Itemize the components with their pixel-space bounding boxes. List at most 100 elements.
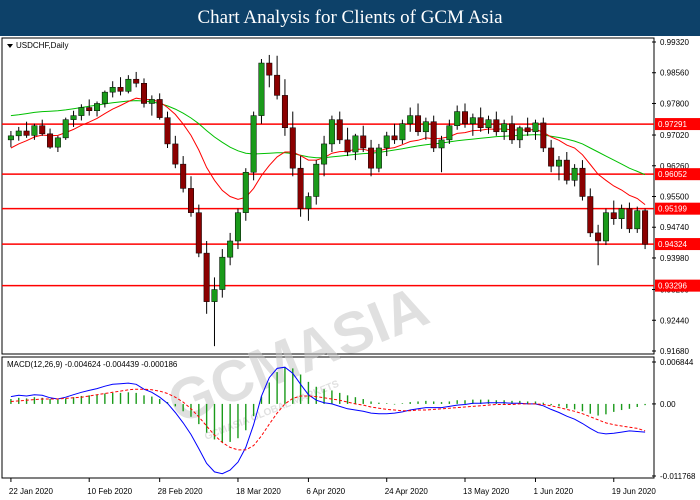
- macd-histogram-bar: [613, 403, 615, 412]
- macd-histogram-bar: [323, 389, 325, 404]
- macd-histogram-bar: [644, 403, 646, 406]
- macd-histogram-bar: [299, 374, 302, 404]
- candle-body: [297, 167, 304, 209]
- candle-body: [219, 256, 226, 290]
- macd-histogram-bar: [182, 403, 184, 412]
- macd-histogram-bar: [135, 392, 137, 404]
- candle-body: [587, 196, 594, 234]
- macd-histogram-bar: [409, 402, 411, 404]
- candle-body: [117, 87, 124, 92]
- macd-histogram-bar: [448, 401, 451, 404]
- macd-tick-label: -0.011768: [660, 472, 696, 481]
- candle-body: [274, 74, 281, 96]
- macd-histogram-bar: [573, 403, 576, 410]
- candle-body: [15, 130, 22, 137]
- macd-tick-label: 0.006844: [660, 358, 694, 367]
- macd-histogram-bar: [315, 386, 317, 404]
- candle-body: [289, 127, 296, 169]
- candle-body: [86, 107, 93, 112]
- macd-histogram-bar: [104, 393, 106, 404]
- date-tick-label: 22 Jan 2020: [9, 487, 54, 496]
- macd-histogram-bar: [127, 392, 130, 404]
- candle-body: [563, 159, 570, 181]
- macd-histogram-bar: [464, 400, 466, 404]
- candle-body: [540, 122, 547, 149]
- price-tick-label: 0.99320: [660, 38, 689, 47]
- macd-histogram-bar: [190, 403, 192, 417]
- macd-histogram-bar: [589, 403, 591, 414]
- candle-body: [172, 143, 179, 165]
- candle-body: [187, 188, 194, 213]
- candle-body: [626, 208, 633, 230]
- macd-histogram-bar: [456, 400, 458, 404]
- candle-body: [203, 252, 210, 302]
- candle-body: [328, 119, 335, 145]
- macd-histogram-bar: [550, 403, 552, 406]
- candle-body: [148, 99, 155, 104]
- macd-histogram-bar: [432, 401, 435, 404]
- candle-body: [493, 119, 500, 133]
- candle-body: [125, 78, 132, 92]
- candle-body: [62, 119, 69, 139]
- macd-histogram-bar: [378, 402, 380, 404]
- candle-body: [532, 122, 539, 133]
- candle-body: [579, 167, 586, 197]
- date-tick-label: 6 Apr 2020: [306, 487, 345, 496]
- macd-histogram-bar: [542, 402, 545, 404]
- candle-body: [54, 137, 61, 148]
- candle-body: [250, 115, 257, 173]
- candle-body: [446, 125, 453, 141]
- macd-histogram-bar: [307, 381, 310, 404]
- price-tick-label: 0.95500: [660, 193, 689, 202]
- candle-body: [109, 87, 116, 93]
- level-label: 0.97291: [658, 120, 687, 129]
- macd-histogram-bar: [245, 403, 247, 431]
- candle-body: [399, 123, 406, 141]
- candle-body: [195, 212, 202, 254]
- symbol-label: USDCHF,Daily: [16, 41, 68, 50]
- macd-histogram-bar: [386, 403, 388, 404]
- candle-body: [78, 107, 85, 116]
- candle-body: [258, 62, 265, 116]
- macd-histogram-bar: [143, 395, 145, 404]
- candle-body: [610, 212, 617, 219]
- page-title: Chart Analysis for Clients of GCM Asia: [197, 7, 503, 28]
- candle-body: [336, 119, 343, 141]
- candle-body: [211, 289, 218, 302]
- candle-body: [516, 127, 523, 141]
- macd-histogram-bar: [558, 403, 560, 407]
- chart-area: GCMASIA GCMASIA GLOBAL MARKETS USDCHF,Da…: [1, 37, 700, 496]
- candle-body: [141, 83, 148, 104]
- macd-histogram-bar: [566, 403, 568, 409]
- level-label: 0.95199: [658, 205, 687, 214]
- macd-histogram-bar: [331, 390, 333, 404]
- macd-histogram-bar: [96, 394, 98, 404]
- macd-histogram-bar: [417, 401, 419, 404]
- macd-histogram-bar: [620, 403, 623, 411]
- candle-body: [39, 125, 46, 135]
- price-tick-label: 0.93980: [660, 254, 689, 263]
- macd-histogram-bar: [503, 400, 505, 404]
- candle-body: [595, 232, 602, 242]
- candle-body: [508, 123, 515, 141]
- candle-body: [321, 143, 328, 165]
- macd-histogram-bar: [284, 367, 286, 404]
- candle-body: [407, 115, 414, 124]
- candle-body: [94, 103, 101, 112]
- candle-body: [281, 95, 288, 128]
- candle-body: [70, 115, 77, 120]
- macd-histogram-bar: [119, 392, 122, 404]
- candle-body: [548, 147, 555, 167]
- macd-histogram-bar: [174, 403, 177, 407]
- macd-histogram-bar: [111, 392, 114, 404]
- candle-body: [375, 147, 382, 169]
- macd-histogram-bar: [268, 382, 270, 404]
- candle-body: [360, 135, 367, 149]
- candle-body: [391, 135, 398, 141]
- macd-histogram-bar: [57, 399, 59, 404]
- macd-histogram-bar: [597, 403, 599, 416]
- candle-body: [305, 196, 312, 209]
- candle-body: [555, 159, 562, 167]
- candle-body: [602, 212, 609, 242]
- macd-histogram-bar: [581, 403, 584, 412]
